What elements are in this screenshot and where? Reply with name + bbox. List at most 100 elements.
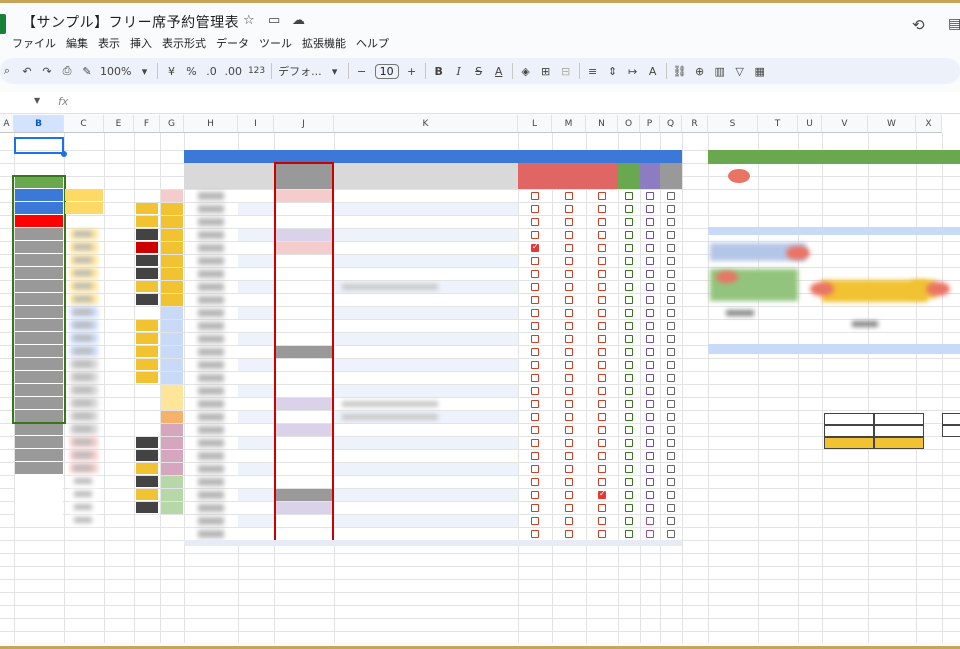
checkbox[interactable] — [625, 218, 633, 226]
font-size-increase-button[interactable]: + — [405, 65, 419, 78]
column-header-M[interactable]: M — [552, 115, 586, 133]
search-menus-icon[interactable]: ⌕ — [0, 64, 14, 78]
checkbox[interactable] — [667, 452, 675, 460]
checkbox[interactable] — [565, 413, 573, 421]
text-color-button[interactable]: A — [492, 65, 506, 78]
column-header-J[interactable]: J — [274, 115, 334, 133]
checkbox[interactable] — [531, 270, 539, 278]
checkbox[interactable] — [625, 322, 633, 330]
checkbox[interactable] — [646, 374, 654, 382]
checkbox[interactable] — [646, 322, 654, 330]
note-cell[interactable] — [334, 476, 518, 488]
seat-cell[interactable] — [238, 450, 274, 462]
checkbox[interactable] — [565, 283, 573, 291]
checkbox[interactable] — [646, 231, 654, 239]
column-header-Q[interactable]: Q — [660, 115, 682, 133]
column-header-I[interactable]: I — [238, 115, 274, 133]
text-rotation-icon[interactable]: A — [646, 65, 660, 78]
note-cell[interactable] — [334, 307, 518, 319]
checkbox[interactable] — [565, 335, 573, 343]
checkbox[interactable] — [646, 387, 654, 395]
column-header-A[interactable]: A — [0, 115, 14, 133]
column-header-E[interactable]: E — [104, 115, 134, 133]
checkbox[interactable] — [565, 400, 573, 408]
seat-cell[interactable] — [238, 242, 274, 254]
note-cell[interactable] — [334, 372, 518, 384]
link-icon[interactable]: ⛓ — [673, 65, 687, 78]
checkbox[interactable] — [565, 530, 573, 538]
checkbox[interactable] — [667, 205, 675, 213]
note-cell[interactable] — [334, 216, 518, 228]
note-cell[interactable] — [334, 333, 518, 345]
checkbox[interactable] — [565, 491, 573, 499]
seat-cell[interactable] — [238, 203, 274, 215]
checkbox[interactable] — [565, 426, 573, 434]
checkbox[interactable] — [625, 491, 633, 499]
seat-cell[interactable] — [238, 476, 274, 488]
checkbox[interactable] — [625, 257, 633, 265]
checkbox[interactable] — [625, 231, 633, 239]
checkbox[interactable] — [625, 296, 633, 304]
checkbox[interactable] — [646, 426, 654, 434]
checkbox[interactable] — [598, 361, 606, 369]
checkbox[interactable] — [646, 439, 654, 447]
checkbox[interactable] — [646, 218, 654, 226]
checkbox[interactable] — [667, 231, 675, 239]
seat-cell[interactable] — [238, 320, 274, 332]
note-cell[interactable] — [334, 203, 518, 215]
checkbox[interactable] — [646, 335, 654, 343]
strikethrough-button[interactable]: S — [472, 65, 486, 78]
note-cell[interactable] — [334, 515, 518, 527]
checkbox[interactable] — [598, 348, 606, 356]
checkbox[interactable] — [625, 504, 633, 512]
name-box-dropdown-icon[interactable]: ▼ — [34, 96, 40, 105]
checkbox[interactable] — [625, 426, 633, 434]
checkbox[interactable] — [565, 270, 573, 278]
checkbox[interactable] — [531, 205, 539, 213]
column-header-P[interactable]: P — [640, 115, 660, 133]
checkbox[interactable] — [531, 413, 539, 421]
column-header-W[interactable]: W — [868, 115, 916, 133]
checkbox[interactable] — [646, 413, 654, 421]
checkbox[interactable] — [625, 192, 633, 200]
checkbox[interactable] — [598, 374, 606, 382]
checkbox[interactable] — [531, 192, 539, 200]
seat-cell[interactable] — [238, 359, 274, 371]
borders-icon[interactable]: ⊞ — [539, 65, 553, 78]
chart-icon[interactable]: ▥ — [713, 65, 727, 78]
checkbox[interactable] — [598, 335, 606, 343]
checkbox[interactable] — [646, 478, 654, 486]
seat-cell[interactable] — [238, 281, 274, 293]
checkbox[interactable] — [667, 491, 675, 499]
selected-cell[interactable] — [14, 137, 64, 154]
checkbox[interactable] — [667, 192, 675, 200]
checkbox[interactable] — [598, 504, 606, 512]
seat-cell[interactable] — [238, 255, 274, 267]
checkbox[interactable] — [531, 309, 539, 317]
currency-icon[interactable]: ¥ — [164, 65, 178, 78]
checkbox[interactable] — [646, 296, 654, 304]
note-cell[interactable] — [334, 385, 518, 397]
comments-icon[interactable]: ▤ — [948, 16, 960, 32]
checkbox[interactable] — [531, 335, 539, 343]
seat-cell[interactable] — [238, 229, 274, 241]
checkbox[interactable] — [667, 374, 675, 382]
checkbox[interactable] — [667, 218, 675, 226]
checkbox[interactable] — [531, 465, 539, 473]
checkbox[interactable] — [531, 322, 539, 330]
checkbox[interactable] — [667, 387, 675, 395]
checkbox[interactable] — [667, 270, 675, 278]
column-header-X[interactable]: X — [916, 115, 942, 133]
checkbox[interactable] — [565, 231, 573, 239]
checkbox[interactable] — [565, 439, 573, 447]
merge-cells-icon[interactable]: ⊟ — [559, 65, 573, 78]
column-header-O[interactable]: O — [618, 115, 640, 133]
document-title[interactable]: 【サンプル】フリー席予約管理表 — [22, 12, 239, 32]
checkbox[interactable] — [598, 218, 606, 226]
checkbox[interactable] — [531, 361, 539, 369]
checkbox[interactable] — [646, 517, 654, 525]
checkbox[interactable] — [565, 218, 573, 226]
menu-item-1[interactable]: 編集 — [66, 35, 88, 51]
checkbox[interactable] — [598, 530, 606, 538]
checkbox[interactable] — [625, 530, 633, 538]
